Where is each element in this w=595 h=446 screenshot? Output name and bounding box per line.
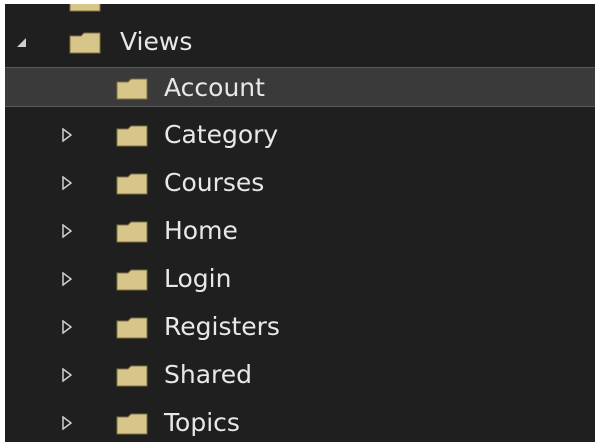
folder-icon xyxy=(116,173,148,195)
tree-item-label: Topics xyxy=(164,408,240,437)
tree-item-label: Registers xyxy=(164,312,280,341)
collapsed-triangle-icon[interactable] xyxy=(59,115,75,155)
tree-item-label: Account xyxy=(164,73,265,102)
solution-explorer-panel: Views Account Category Courses Home Logi… xyxy=(5,4,595,442)
folder-icon xyxy=(116,413,148,435)
collapsed-triangle-icon[interactable] xyxy=(59,307,75,347)
tree-item-views[interactable]: Views xyxy=(5,22,595,62)
collapsed-triangle-icon[interactable] xyxy=(59,259,75,299)
tree-item-shared[interactable]: Shared xyxy=(5,355,595,395)
tree-item-label: Login xyxy=(164,264,232,293)
tree-item-courses[interactable]: Courses xyxy=(5,163,595,203)
folder-icon xyxy=(69,4,101,12)
folder-icon xyxy=(116,365,148,387)
tree-item-registers[interactable]: Registers xyxy=(5,307,595,347)
folder-icon xyxy=(116,125,148,147)
folder-icon xyxy=(69,32,101,54)
folder-icon xyxy=(116,317,148,339)
folder-icon xyxy=(116,221,148,243)
collapsed-triangle-icon[interactable] xyxy=(59,163,75,203)
folder-icon xyxy=(116,269,148,291)
tree-item-category[interactable]: Category xyxy=(5,115,595,155)
tree-item-login[interactable]: Login xyxy=(5,259,595,299)
tree-item-topics[interactable]: Topics xyxy=(5,403,595,442)
tree-item-label: Home xyxy=(164,216,238,245)
collapsed-triangle-icon[interactable] xyxy=(59,211,75,251)
collapsed-triangle-icon[interactable] xyxy=(59,403,75,442)
collapsed-triangle-icon[interactable] xyxy=(59,355,75,395)
tree-item-home[interactable]: Home xyxy=(5,211,595,251)
tree-item-label: Courses xyxy=(164,168,265,197)
tree-item-label: Views xyxy=(120,27,193,56)
tree-item-account[interactable]: Account xyxy=(5,67,595,107)
tree-item-label: Category xyxy=(164,120,279,149)
folder-icon xyxy=(116,78,148,100)
tree-item-label: Shared xyxy=(164,360,253,389)
expanded-triangle-icon[interactable] xyxy=(13,22,29,62)
